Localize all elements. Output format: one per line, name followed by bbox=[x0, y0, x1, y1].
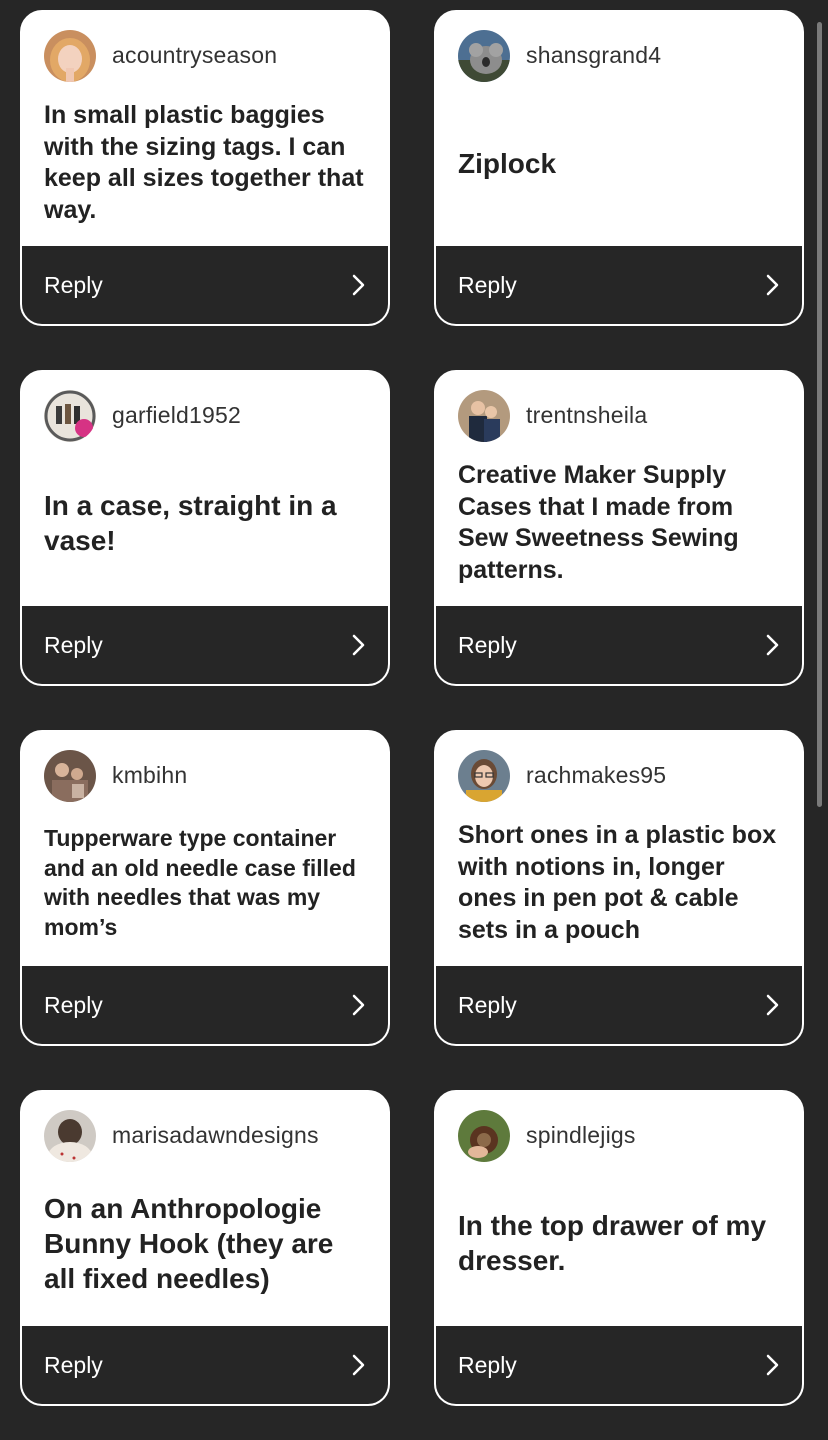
comment-text: In the top drawer of my dresser. bbox=[458, 1210, 767, 1276]
comment-card: rachmakes95 Short ones in a plastic box … bbox=[434, 730, 804, 1046]
chevron-right-icon bbox=[352, 994, 365, 1016]
card-header: spindlejigs In the top drawer of my dres… bbox=[436, 1092, 802, 1330]
reply-button[interactable]: Reply bbox=[436, 966, 802, 1044]
username[interactable]: shansgrand4 bbox=[526, 42, 661, 69]
username[interactable]: acountryseason bbox=[112, 42, 277, 69]
chevron-right-icon bbox=[766, 1354, 779, 1376]
username[interactable]: kmbihn bbox=[112, 762, 187, 789]
card-header: trentnsheila Creative Maker Supply Cases… bbox=[436, 372, 802, 610]
chevron-right-icon bbox=[352, 274, 365, 296]
chevron-right-icon bbox=[766, 274, 779, 296]
reply-button[interactable]: Reply bbox=[436, 246, 802, 324]
profile-photo-spindle-icon bbox=[458, 1110, 510, 1162]
profile-photo-couple-icon bbox=[458, 390, 510, 442]
comment-card: garfield1952 In a case, straight in a va… bbox=[20, 370, 390, 686]
reply-button[interactable]: Reply bbox=[436, 1326, 802, 1404]
chevron-right-icon bbox=[766, 634, 779, 656]
username[interactable]: marisadawndesigns bbox=[112, 1122, 319, 1149]
profile-photo-koala-icon bbox=[458, 30, 510, 82]
chevron-right-icon bbox=[352, 634, 365, 656]
reply-button[interactable]: Reply bbox=[22, 966, 388, 1044]
comment-card: acountryseason In small plastic baggies … bbox=[20, 10, 390, 326]
username[interactable]: trentnsheila bbox=[526, 402, 647, 429]
card-header: rachmakes95 Short ones in a plastic box … bbox=[436, 732, 802, 970]
reply-label: Reply bbox=[458, 271, 517, 298]
reply-button[interactable]: Reply bbox=[22, 1326, 388, 1404]
reply-button[interactable]: Reply bbox=[22, 606, 388, 684]
reply-label: Reply bbox=[458, 991, 517, 1018]
avatar[interactable] bbox=[458, 30, 510, 82]
avatar[interactable] bbox=[44, 750, 96, 802]
profile-photo-hair-back-icon bbox=[44, 1110, 96, 1162]
card-header: shansgrand4 Ziplock bbox=[436, 12, 802, 250]
card-header: marisadawndesigns On an Anthropologie Bu… bbox=[22, 1092, 388, 1330]
comment-text: Short ones in a plastic box with notions… bbox=[458, 821, 777, 944]
profile-photo-family-icon bbox=[44, 750, 96, 802]
reply-button[interactable]: Reply bbox=[436, 606, 802, 684]
comment-text: In a case, straight in a vase! bbox=[44, 490, 337, 556]
comment-card: marisadawndesigns On an Anthropologie Bu… bbox=[20, 1090, 390, 1406]
comment-text: In small plastic baggies with the sizing… bbox=[44, 101, 364, 224]
profile-photo-group-logo-icon bbox=[44, 390, 96, 442]
reply-label: Reply bbox=[44, 631, 103, 658]
comment-text: Ziplock bbox=[458, 147, 557, 179]
comment-text: Creative Maker Supply Cases that I made … bbox=[458, 461, 739, 584]
username[interactable]: rachmakes95 bbox=[526, 762, 666, 789]
avatar[interactable] bbox=[44, 390, 96, 442]
avatar[interactable] bbox=[458, 390, 510, 442]
reply-label: Reply bbox=[458, 1351, 517, 1378]
card-header: kmbihn Tupperware type container and an … bbox=[22, 732, 388, 970]
comment-card: shansgrand4 Ziplock Reply bbox=[434, 10, 804, 326]
profile-photo-blonde-woman-icon bbox=[44, 30, 96, 82]
reply-label: Reply bbox=[44, 271, 103, 298]
username[interactable]: spindlejigs bbox=[526, 1122, 636, 1149]
chevron-right-icon bbox=[766, 994, 779, 1016]
reply-label: Reply bbox=[458, 631, 517, 658]
reply-label: Reply bbox=[44, 1351, 103, 1378]
scrollbar[interactable] bbox=[817, 22, 822, 807]
comment-text: On an Anthropologie Bunny Hook (they are… bbox=[44, 1192, 334, 1294]
avatar[interactable] bbox=[458, 1110, 510, 1162]
profile-photo-woman-glasses-icon bbox=[458, 750, 510, 802]
comment-card: trentnsheila Creative Maker Supply Cases… bbox=[434, 370, 804, 686]
avatar[interactable] bbox=[458, 750, 510, 802]
username[interactable]: garfield1952 bbox=[112, 402, 241, 429]
card-header: garfield1952 In a case, straight in a va… bbox=[22, 372, 388, 610]
card-header: acountryseason In small plastic baggies … bbox=[22, 12, 388, 250]
reply-label: Reply bbox=[44, 991, 103, 1018]
avatar[interactable] bbox=[44, 1110, 96, 1162]
avatar[interactable] bbox=[44, 30, 96, 82]
chevron-right-icon bbox=[352, 1354, 365, 1376]
reply-button[interactable]: Reply bbox=[22, 246, 388, 324]
comment-card: kmbihn Tupperware type container and an … bbox=[20, 730, 390, 1046]
comment-text: Tupperware type container and an old nee… bbox=[44, 825, 356, 940]
comment-card: spindlejigs In the top drawer of my dres… bbox=[434, 1090, 804, 1406]
